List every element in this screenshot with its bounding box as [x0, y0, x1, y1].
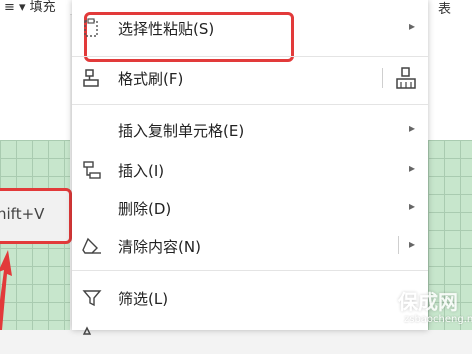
menu-label-insert-copied-cells: 插入复制单元格(E) [118, 122, 245, 140]
red-arrow-icon [0, 250, 12, 330]
menu-divider [72, 56, 428, 57]
menu-item-delete[interactable]: 删除(D) ▸ [72, 190, 428, 226]
filter-icon [82, 290, 102, 307]
menu-item-insert-copied-cells[interactable]: 插入复制单元格(E) ▸ [72, 112, 428, 148]
chevron-right-icon: ▸ [409, 121, 416, 135]
format-brush-icon [83, 69, 99, 87]
menu-item-paste-special[interactable]: 选择性粘贴(S) ▸ [72, 10, 428, 46]
sheet-area-right[interactable] [428, 14, 472, 140]
watermark-url: zsbaocheng.net [404, 314, 472, 325]
menu-item-partial[interactable] [72, 318, 428, 354]
shortcut-hint-text: hift+V [0, 205, 45, 223]
menu-label-paste-special: 选择性粘贴(S) [118, 20, 215, 38]
menu-label-clear-contents: 清除内容(N) [118, 238, 201, 256]
menu-label-insert: 插入(I) [118, 162, 165, 180]
sheet-area-left[interactable] [0, 14, 70, 140]
menu-item-format-painter[interactable]: 格式刷(F) [72, 60, 428, 96]
menu-divider [72, 104, 428, 105]
eraser-icon [82, 237, 101, 254]
chevron-right-icon: ▸ [409, 161, 416, 175]
menu-item-filter[interactable]: 筛选(L) [72, 280, 428, 316]
menu-label-delete: 删除(D) [118, 200, 172, 218]
watermark-text: 保成网 [398, 290, 458, 314]
insert-icon [83, 161, 101, 179]
chevron-right-icon: ▸ [409, 199, 416, 213]
menu-inline-divider [382, 68, 383, 88]
menu-divider [72, 270, 428, 271]
menu-label-filter: 筛选(L) [118, 290, 169, 308]
shortcut-hint-box: hift+V [0, 188, 72, 244]
menu-item-insert[interactable]: 插入(I) ▸ [72, 152, 428, 188]
menu-item-clear-contents[interactable]: 清除内容(N) ▸ [72, 228, 428, 264]
context-menu: 选择性粘贴(S) ▸ 格式刷(F) 插入复制单元格(E) ▸ 插入(I) ▸ 删 [72, 0, 428, 335]
menu-label-format-painter: 格式刷(F) [118, 70, 184, 88]
toolbar-fill-label[interactable]: ≡ ▾ 填充 [4, 0, 56, 15]
paste-special-icon [84, 18, 98, 37]
chevron-right-icon: ▸ [409, 237, 416, 251]
format-brush-quick-icon[interactable] [394, 66, 418, 90]
chevron-right-icon: ▸ [409, 19, 416, 33]
sort-icon [82, 326, 92, 335]
menu-inline-divider [398, 236, 399, 254]
